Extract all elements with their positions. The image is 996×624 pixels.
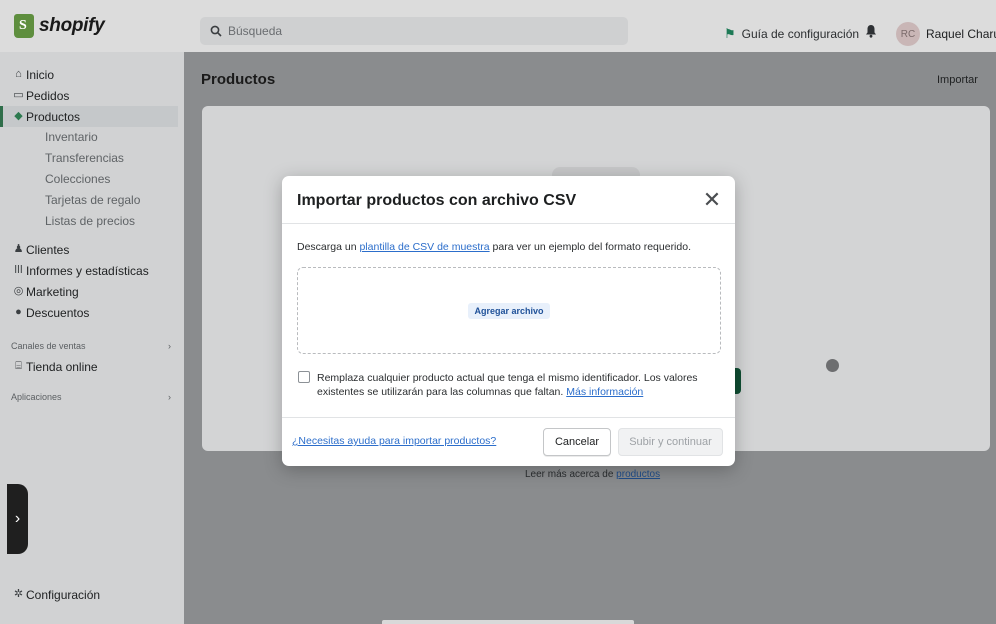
sidebar-subitem-listas-precios[interactable]: Listas de precios <box>45 211 135 232</box>
import-button[interactable]: Importar <box>937 74 978 86</box>
add-file-button[interactable]: Agregar archivo <box>468 302 550 319</box>
sidebar-item-configuracion[interactable]: ✲ Configuración <box>0 584 184 605</box>
target-icon: ◎ <box>13 285 24 297</box>
shopify-bag-icon <box>14 14 34 38</box>
home-icon: ⌂ <box>15 68 22 80</box>
sidebar-item-tienda-online[interactable]: ⌸ Tienda online <box>0 356 184 377</box>
sidebar-item-pedidos[interactable]: ▭ Pedidos <box>0 85 184 106</box>
sidebar-item-clientes[interactable]: ♟ Clientes <box>0 239 184 260</box>
sidebar-item-descuentos[interactable]: ● Descuentos <box>0 302 184 323</box>
sidebar-subitem-inventario[interactable]: Inventario <box>45 127 98 148</box>
learn-prefix: Leer más acerca de <box>525 469 614 480</box>
top-bar: shopify ⚑ Guía de configuración RC Raque… <box>0 0 996 52</box>
more-info-link[interactable]: Más información <box>566 386 643 398</box>
person-icon: ♟ <box>13 243 24 255</box>
divider <box>282 417 735 418</box>
bell-icon[interactable] <box>864 24 878 38</box>
bottom-strip <box>382 620 634 624</box>
dialog-title: Importar productos con archivo CSV <box>297 192 577 209</box>
user-name[interactable]: Raquel Charua <box>926 27 996 41</box>
tag-icon: ◆ <box>14 110 23 122</box>
close-icon[interactable]: ✕ <box>702 189 722 211</box>
search-input[interactable] <box>228 24 608 38</box>
sidebar-subitem-colecciones[interactable]: Colecciones <box>45 169 110 190</box>
sidebar-item-productos[interactable]: ◆ Productos <box>0 106 178 127</box>
gear-icon: ✲ <box>13 588 24 600</box>
upload-continue-button[interactable]: Subir y continuar <box>618 428 723 456</box>
overwrite-label: Remplaza cualquier producto actual que t… <box>317 371 717 399</box>
chevron-right-icon: › <box>14 510 21 527</box>
sidebar-item-label: Clientes <box>26 242 70 257</box>
orders-icon: ▭ <box>13 89 24 101</box>
shopify-logo[interactable]: shopify <box>14 14 105 38</box>
sidebar-item-inicio[interactable]: ⌂ Inicio <box>0 64 184 85</box>
status-dot <box>826 359 839 372</box>
cancel-button[interactable]: Cancelar <box>543 428 611 456</box>
chevron-right-icon: › <box>168 392 171 402</box>
bar-chart-icon: ǀǀǀ <box>14 264 23 276</box>
sidebar-item-label: Informes y estadísticas <box>26 263 149 278</box>
sales-channels-label: Canales de ventas <box>11 341 86 351</box>
discount-icon: ● <box>15 306 22 318</box>
setup-guide-button[interactable]: ⚑ Guía de configuración <box>724 26 859 42</box>
sample-csv-link[interactable]: plantilla de CSV de muestra <box>359 241 489 253</box>
sidebar-subitem-tarjetas-regalo[interactable]: Tarjetas de regalo <box>45 190 140 211</box>
sidebar-subitem-transferencias[interactable]: Transferencias <box>45 148 124 169</box>
overwrite-checkbox[interactable] <box>298 371 310 383</box>
sales-channels-section[interactable]: Canales de ventas › <box>11 341 171 351</box>
chevron-right-icon: › <box>168 341 171 351</box>
sidebar-item-label: Inicio <box>26 67 55 82</box>
search-bar[interactable] <box>200 17 628 45</box>
import-csv-dialog: Importar productos con archivo CSV ✕ Des… <box>282 176 735 466</box>
page-title: Productos <box>201 71 276 88</box>
dialog-description: Descarga un plantilla de CSV de muestra … <box>297 241 691 253</box>
products-link[interactable]: productos <box>616 469 660 480</box>
apps-label: Aplicaciones <box>11 392 62 402</box>
sidebar-item-label: Pedidos <box>26 88 70 103</box>
divider <box>282 223 735 224</box>
help-import-link[interactable]: ¿Necesitas ayuda para importar productos… <box>292 435 496 447</box>
desc-suffix: para ver un ejemplo del formato requerid… <box>492 241 691 253</box>
learn-more-text: Leer más acerca de productos <box>525 469 660 480</box>
sidebar-item-marketing[interactable]: ◎ Marketing <box>0 281 184 302</box>
store-icon: ⌸ <box>15 360 22 372</box>
search-icon <box>210 25 222 37</box>
sidebar-item-label: Marketing <box>26 284 79 299</box>
sidebar-item-label: Configuración <box>26 587 101 602</box>
avatar[interactable]: RC <box>896 22 920 46</box>
sidebar-item-informes[interactable]: ǀǀǀ Informes y estadísticas <box>0 260 184 281</box>
logo-text: shopify <box>39 15 105 36</box>
sidebar-item-label: Tienda online <box>26 359 98 374</box>
flag-icon: ⚑ <box>724 26 736 41</box>
sidebar-item-label: Productos <box>26 109 81 124</box>
desc-prefix: Descarga un <box>297 241 357 253</box>
apps-section[interactable]: Aplicaciones › <box>11 392 171 402</box>
setup-guide-label: Guía de configuración <box>741 27 860 41</box>
panel-toggle-button[interactable]: › <box>7 484 28 554</box>
sidebar-item-label: Descuentos <box>26 305 90 320</box>
file-dropzone[interactable]: Agregar archivo <box>297 267 721 354</box>
